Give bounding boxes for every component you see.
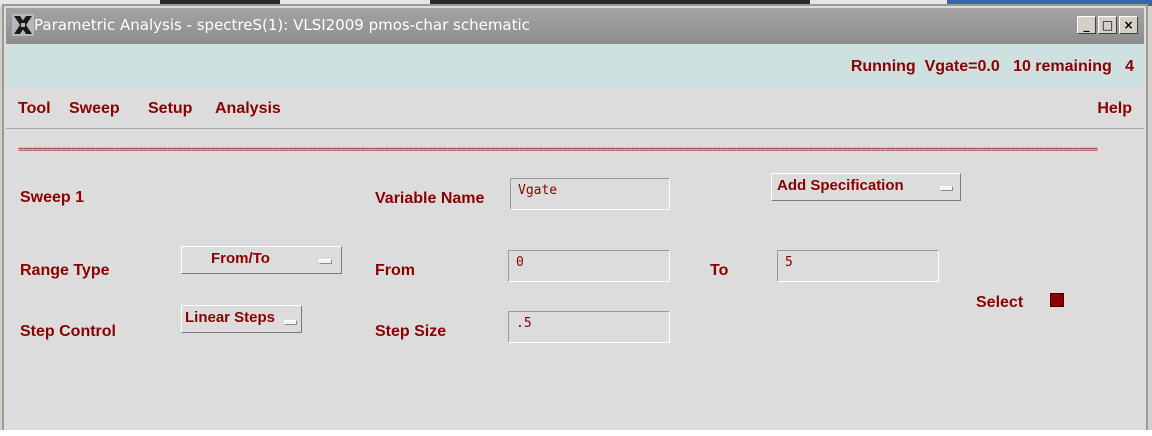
parametric-analysis-window: Parametric Analysis - spectreS(1): VLSI2… xyxy=(2,4,1148,432)
background-desktop-strip xyxy=(0,430,1152,436)
menu-tool[interactable]: Tool xyxy=(18,100,51,118)
add-specification-label: Add Specification xyxy=(777,177,904,194)
option-menu-indicator-icon xyxy=(319,259,332,264)
select-toggle[interactable] xyxy=(1050,293,1064,307)
menu-setup[interactable]: Setup xyxy=(148,100,192,118)
minimize-icon: _ xyxy=(1083,18,1090,32)
menu-analysis[interactable]: Analysis xyxy=(215,100,281,118)
from-field[interactable]: 0 xyxy=(508,250,670,282)
option-menu-indicator-icon xyxy=(284,320,297,325)
step-size-label: Step Size xyxy=(375,323,447,340)
range-type-label: Range Type xyxy=(20,262,110,279)
maximize-button[interactable]: □ xyxy=(1098,16,1117,34)
run-status-text: Running Vgate=0.0 10 remaining 4 xyxy=(850,58,1134,75)
range-type-select[interactable]: From/To xyxy=(181,246,342,274)
variable-name-field[interactable]: Vgate xyxy=(510,178,670,210)
sweep-label: Sweep 1 xyxy=(20,189,85,206)
step-control-select[interactable]: Linear Steps xyxy=(181,305,302,333)
menu-sweep[interactable]: Sweep xyxy=(69,100,120,118)
step-size-field[interactable]: .5 xyxy=(508,311,670,343)
variable-name-label: Variable Name xyxy=(375,190,485,207)
x-window-icon[interactable] xyxy=(12,14,34,36)
close-icon: × xyxy=(1123,18,1134,32)
option-menu-indicator-icon xyxy=(940,186,953,191)
title-bar[interactable]: Parametric Analysis - spectreS(1): VLSI2… xyxy=(6,8,1144,44)
from-label: From xyxy=(375,262,415,279)
range-type-value: From/To xyxy=(211,250,270,267)
status-bar: Running Vgate=0.0 10 remaining 4 xyxy=(6,44,1144,86)
window-title: Parametric Analysis - spectreS(1): VLSI2… xyxy=(34,16,530,34)
select-label: Select xyxy=(976,294,1024,311)
menu-bar: Tool Sweep Setup Analysis Help xyxy=(6,86,1144,129)
minimize-button[interactable]: _ xyxy=(1077,16,1096,34)
window-controls: _ □ × xyxy=(1077,16,1138,34)
maximize-icon: □ xyxy=(1101,18,1114,32)
step-control-label: Step Control xyxy=(20,323,116,340)
add-specification-button[interactable]: Add Specification xyxy=(771,173,961,201)
close-button[interactable]: × xyxy=(1119,16,1138,34)
step-control-value: Linear Steps xyxy=(185,309,276,326)
to-label: To xyxy=(710,262,729,279)
menu-help[interactable]: Help xyxy=(1097,100,1132,118)
separator-line: ========================================… xyxy=(18,145,1098,155)
to-field[interactable]: 5 xyxy=(777,250,939,282)
